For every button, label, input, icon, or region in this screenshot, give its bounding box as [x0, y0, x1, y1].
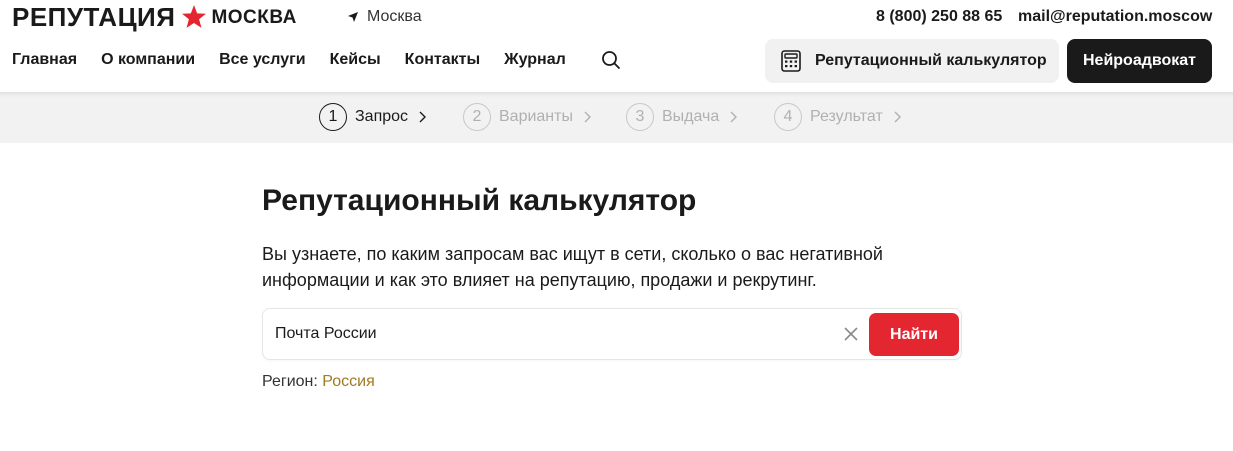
step-label: Выдача	[662, 107, 720, 125]
region-link[interactable]: Россия	[322, 373, 374, 390]
region-label: Регион:	[262, 373, 318, 390]
step-number: 1	[319, 102, 347, 131]
step-result[interactable]: 4 Результат	[774, 102, 901, 131]
description-line: Вы узнаете, по каким запросам вас ищут в…	[262, 244, 883, 264]
location-arrow-icon	[348, 12, 358, 22]
step-request[interactable]: 1 Запрос	[319, 102, 427, 131]
page-description: Вы узнаете, по каким запросам вас ищут в…	[262, 241, 922, 293]
logo-text: РЕПУТАЦИЯ	[12, 2, 176, 32]
nav-item-contacts[interactable]: Контакты	[405, 49, 480, 71]
logo[interactable]: РЕПУТАЦИЯ МОСКВА	[12, 3, 297, 31]
step-label: Запрос	[355, 107, 409, 125]
find-button[interactable]: Найти	[869, 313, 959, 356]
nav-item-about[interactable]: О компании	[101, 49, 195, 71]
step-label: Варианты	[499, 107, 573, 125]
calculator-icon	[781, 50, 801, 72]
step-label: Результат	[810, 107, 883, 125]
calculator-button[interactable]: Репутационный калькулятор	[765, 39, 1059, 83]
phone-link[interactable]: 8 (800) 250 88 65	[876, 7, 1002, 27]
nav-item-journal[interactable]: Журнал	[504, 49, 566, 71]
search-input[interactable]	[275, 309, 835, 359]
main-nav: Главная О компании Все услуги Кейсы Конт…	[12, 49, 590, 71]
chevron-right-icon	[730, 111, 738, 122]
search-icon[interactable]	[601, 50, 621, 70]
site-header: РЕПУТАЦИЯ МОСКВА Москва 8 (800) 250 88 6…	[0, 0, 1233, 92]
step-number: 3	[626, 102, 654, 131]
step-output[interactable]: 3 Выдача	[626, 102, 738, 131]
step-number: 4	[774, 102, 802, 131]
search-form: Найти	[262, 308, 962, 360]
email-link[interactable]: mail@reputation.moscow	[1018, 7, 1212, 27]
calculator-button-label: Репутационный калькулятор	[815, 52, 1047, 69]
neuro-lawyer-button[interactable]: Нейроадвокат	[1067, 39, 1212, 83]
city-label: Москва	[367, 8, 422, 25]
page-title: Репутационный калькулятор	[262, 184, 697, 217]
nav-item-home[interactable]: Главная	[12, 49, 77, 71]
close-icon[interactable]	[843, 326, 859, 342]
steps-bar: 1 Запрос 2 Варианты 3 Выдача 4 Результат	[0, 92, 1233, 143]
chevron-right-icon	[419, 111, 427, 122]
description-line: информации и как это влияет на репутацию…	[262, 270, 817, 290]
step-variants[interactable]: 2 Варианты	[463, 102, 591, 131]
star-icon	[182, 5, 207, 28]
step-number: 2	[463, 102, 491, 131]
region-row: Регион: Россия	[262, 373, 375, 391]
chevron-right-icon	[894, 111, 901, 122]
city-selector[interactable]: Москва	[347, 7, 422, 27]
nav-item-cases[interactable]: Кейсы	[330, 49, 381, 71]
chevron-right-icon	[584, 111, 591, 122]
logo-city-text: МОСКВА	[211, 7, 297, 28]
nav-item-services[interactable]: Все услуги	[219, 49, 306, 71]
